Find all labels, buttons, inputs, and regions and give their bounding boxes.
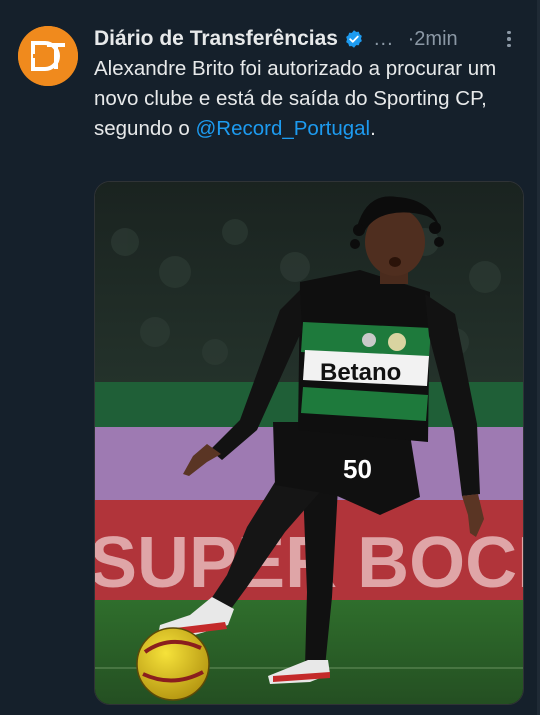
tweet-photo[interactable]: SUPER BOCK 50 [94,181,524,705]
verified-badge-icon [344,29,364,49]
tweet-text: Alexandre Brito foi autorizado a procura… [94,54,519,144]
author-name[interactable]: Diário de Transferências [94,27,338,51]
diario-transferencias-logo [18,26,78,86]
author-avatar[interactable] [18,26,78,86]
tweet-header: Diário de Transferências ... ·2min [94,24,520,54]
tweet-text-end: . [370,117,376,140]
tweet-timestamp[interactable]: ·2min [408,28,458,51]
football-player-photo: SUPER BOCK 50 [95,182,523,704]
shorts-number: 50 [343,454,372,484]
football [136,627,210,701]
time-value: 2min [414,27,458,50]
mention-link[interactable]: @Record_Portugal [195,117,370,140]
name-overflow-ellipsis: ... [373,27,394,50]
tweet[interactable]: Diário de Transferências ... ·2min Alexa… [0,0,540,715]
jersey-sponsor-text: Betano [320,359,401,386]
more-options-icon[interactable] [502,26,516,52]
